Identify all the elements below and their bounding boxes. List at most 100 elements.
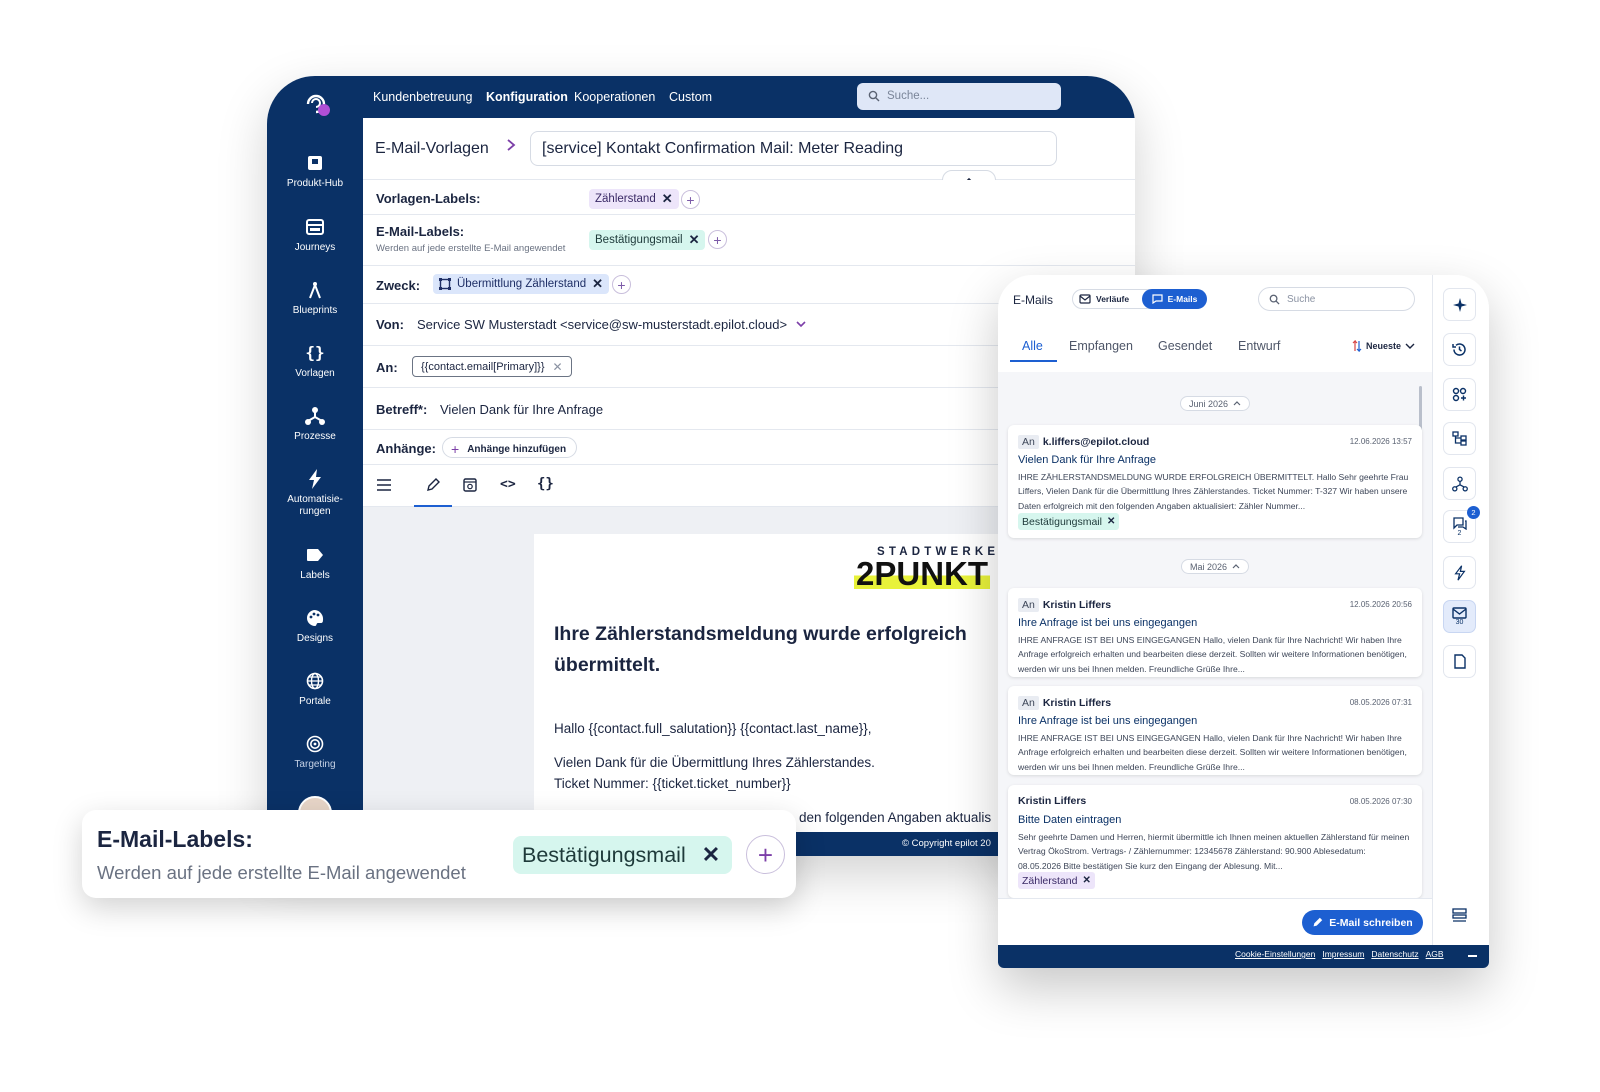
search-icon bbox=[1269, 294, 1280, 305]
sidebar-item-blueprints[interactable]: Blueprints bbox=[267, 279, 363, 317]
preview-greeting: Hallo {{contact.full_salutation}} {{cont… bbox=[554, 721, 872, 736]
close-icon[interactable]: ✕ bbox=[662, 191, 673, 207]
from-select[interactable]: Service SW Musterstadt <service@sw-muste… bbox=[417, 317, 787, 332]
blueprints-icon bbox=[304, 279, 326, 301]
template-name-input[interactable]: [service] Kontakt Confirmation Mail: Met… bbox=[530, 131, 1057, 166]
code-icon[interactable]: <> bbox=[500, 477, 516, 492]
zoom-add-label-button[interactable]: + bbox=[746, 835, 785, 874]
group-header-juni[interactable]: Juni 2026 bbox=[1179, 396, 1251, 411]
template-label-chip[interactable]: Zählerstand ✕ bbox=[589, 189, 679, 209]
tab-gesendet[interactable]: Gesendet bbox=[1158, 339, 1212, 353]
subject-label: Betreff*: bbox=[376, 402, 428, 417]
purpose-label: Zweck: bbox=[376, 278, 421, 293]
email-label-chip[interactable]: Zählerstand ✕ bbox=[1018, 872, 1095, 889]
minimize-icon[interactable] bbox=[1468, 955, 1477, 957]
history-icon bbox=[1452, 342, 1467, 357]
sidebar-item-targeting[interactable]: Targeting bbox=[267, 733, 363, 771]
menu-icon[interactable] bbox=[377, 479, 391, 491]
zoom-hint: Werden auf jede erstellte E-Mail angewen… bbox=[97, 862, 466, 883]
emails-button[interactable]: 30 bbox=[1443, 600, 1476, 633]
email-item[interactable]: An Kristin Liffers 08.05.2026 07:31 Ihre … bbox=[1008, 686, 1422, 775]
nav-custom[interactable]: Custom bbox=[669, 90, 712, 104]
add-email-label-button[interactable]: + bbox=[708, 230, 727, 249]
email-panel: E-Mails Verläufe E-Mails Suche Alle Empf… bbox=[998, 275, 1489, 968]
preview-icon[interactable] bbox=[463, 478, 477, 492]
nav-kooperationen[interactable]: Kooperationen bbox=[574, 90, 655, 104]
purpose-chip[interactable]: Übermittlung Zählerstand ✕ bbox=[433, 274, 610, 294]
link-impressum[interactable]: Impressum bbox=[1322, 949, 1364, 959]
email-item[interactable]: An Kristin Liffers 12.05.2026 20:56 Ihre … bbox=[1008, 588, 1422, 677]
sidebar-item-labels[interactable]: Labels bbox=[267, 544, 363, 582]
email-item[interactable]: Kristin Liffers 08.05.2026 07:30 Bitte D… bbox=[1008, 785, 1422, 898]
sidebar-item-produkt-hub[interactable]: Produkt-Hub bbox=[267, 152, 363, 190]
chevron-up-icon bbox=[1233, 401, 1241, 406]
relations-icon bbox=[1452, 431, 1467, 446]
close-icon[interactable]: ✕ bbox=[689, 232, 700, 248]
add-purpose-button[interactable]: + bbox=[612, 275, 631, 294]
sidebar-item-automatisierungen[interactable]: Automatisie- rungen bbox=[267, 468, 363, 518]
nav-konfiguration[interactable]: Konfiguration bbox=[486, 90, 568, 104]
to-label: An: bbox=[376, 360, 398, 375]
email-labels-zoom-card: E-Mail-Labels: Werden auf jede erstellte… bbox=[82, 810, 796, 898]
add-attachment-button[interactable]: + Anhänge hinzufügen bbox=[442, 437, 578, 458]
breadcrumb[interactable]: E-Mail-Vorlagen bbox=[375, 140, 489, 158]
sidebar-item-designs[interactable]: Designs bbox=[267, 607, 363, 645]
email-label-chip[interactable]: Bestätigungsmail ✕ bbox=[1018, 513, 1120, 530]
view-toggle: Verläufe E-Mails bbox=[1072, 289, 1207, 309]
email-label-chip[interactable]: Bestätigungsmail ✕ bbox=[589, 230, 706, 250]
workflows-button[interactable] bbox=[1443, 467, 1476, 500]
documents-button[interactable] bbox=[1443, 645, 1476, 678]
tab-alle[interactable]: Alle bbox=[1022, 339, 1043, 353]
processes-icon bbox=[1451, 475, 1468, 492]
sort-dropdown[interactable]: Neueste bbox=[1352, 340, 1415, 352]
notes-badge: 2 bbox=[1467, 506, 1480, 519]
email-item[interactable]: An k.liffers@epilot.cloud 12.06.2026 13:5… bbox=[1008, 425, 1422, 538]
product-hub-icon bbox=[304, 152, 326, 174]
global-search-input[interactable]: Suche... bbox=[857, 83, 1061, 110]
history-button[interactable] bbox=[1443, 333, 1476, 366]
zoom-label-chip[interactable]: Bestätigungsmail ✕ bbox=[513, 836, 733, 874]
tab-entwurf[interactable]: Entwurf bbox=[1238, 339, 1280, 353]
zoom-title: E-Mail-Labels: bbox=[97, 826, 253, 852]
email-search-input[interactable]: Suche bbox=[1258, 287, 1415, 311]
preview-line-1: Vielen Dank für die Übermittlung Ihres Z… bbox=[554, 755, 875, 770]
preview-line-2: Ticket Nummer: {{ticket.ticket_number}} bbox=[554, 776, 791, 791]
sidebar-item-vorlagen[interactable]: {} Vorlagen bbox=[267, 342, 363, 380]
variables-icon[interactable]: {} bbox=[537, 476, 554, 492]
email-labels-hint: Werden auf jede erstellte E-Mail angewen… bbox=[376, 243, 566, 254]
apps-button[interactable] bbox=[1443, 378, 1476, 411]
attachments-label: Anhänge: bbox=[376, 441, 436, 456]
sidebar-item-prozesse[interactable]: Prozesse bbox=[267, 405, 363, 443]
recipient-chip[interactable]: {{contact.email[Primary]}} ✕ bbox=[412, 356, 572, 377]
link-cookie-settings[interactable]: Cookie-Einstellungen bbox=[1235, 949, 1315, 959]
chevron-down-icon[interactable] bbox=[796, 321, 806, 328]
sidebar-item-journeys[interactable]: Journeys bbox=[267, 216, 363, 254]
close-icon[interactable]: ✕ bbox=[702, 842, 720, 868]
mail-icon bbox=[1452, 607, 1467, 619]
ai-sparkle-button[interactable] bbox=[1443, 288, 1476, 321]
sidebar-item-portale[interactable]: Portale bbox=[267, 670, 363, 708]
automations-button[interactable] bbox=[1443, 556, 1476, 589]
nav-kundenbetreuung[interactable]: Kundenbetreuung bbox=[373, 90, 472, 104]
link-agb[interactable]: AGB bbox=[1426, 949, 1444, 959]
panel-layout-button[interactable] bbox=[1443, 899, 1476, 932]
tab-empfangen[interactable]: Empfangen bbox=[1069, 339, 1133, 353]
close-icon[interactable]: ✕ bbox=[553, 360, 563, 374]
epilot-logo[interactable] bbox=[302, 88, 330, 116]
close-icon[interactable]: ✕ bbox=[592, 276, 603, 292]
notes-icon bbox=[1452, 516, 1467, 530]
notes-button[interactable]: 2 2 bbox=[1443, 506, 1480, 543]
subject-input[interactable]: Vielen Dank für Ihre Anfrage bbox=[440, 402, 603, 417]
group-header-mai[interactable]: Mai 2026 bbox=[1180, 559, 1250, 574]
compose-email-button[interactable]: E-Mail schreiben bbox=[1302, 910, 1423, 935]
logo-wordmark: 2PUNKT bbox=[854, 555, 991, 592]
edit-mode-tab[interactable] bbox=[414, 465, 452, 507]
close-icon[interactable]: ✕ bbox=[1082, 875, 1090, 886]
add-template-label-button[interactable]: + bbox=[681, 190, 700, 209]
close-icon[interactable]: ✕ bbox=[1107, 516, 1115, 527]
template-header: E-Mail-Vorlagen [service] Kontakt Confir… bbox=[363, 118, 1135, 190]
toggle-verlaeufe[interactable]: Verläufe bbox=[1079, 294, 1129, 304]
relations-button[interactable] bbox=[1443, 422, 1476, 455]
toggle-emails[interactable]: E-Mails bbox=[1142, 289, 1207, 309]
link-datenschutz[interactable]: Datenschutz bbox=[1371, 949, 1418, 959]
